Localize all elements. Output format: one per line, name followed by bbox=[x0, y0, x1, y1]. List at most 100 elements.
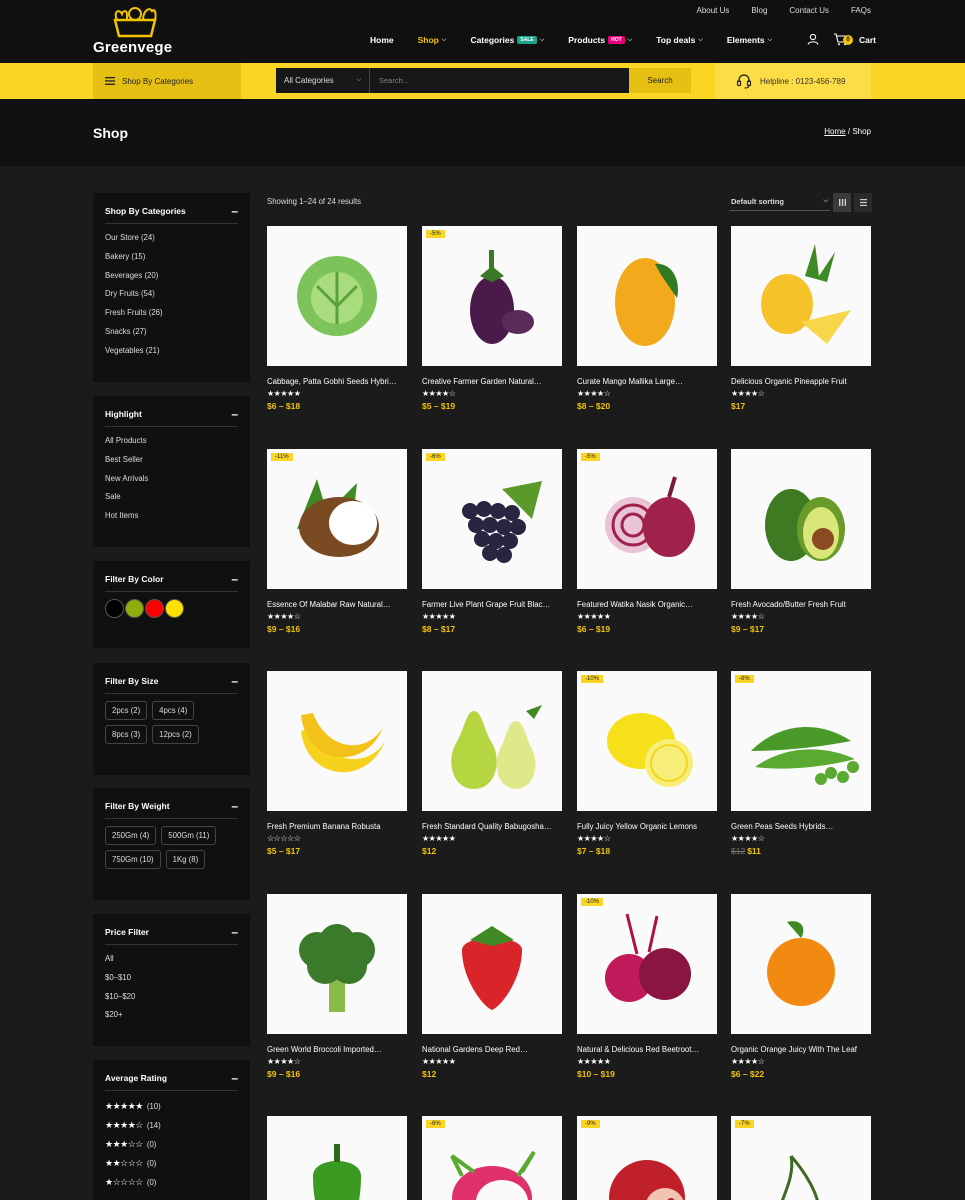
rating-filter-row[interactable]: ★★★★☆ (14) bbox=[105, 1116, 238, 1135]
product-card[interactable]: Cabbage, Patta Gobhi Seeds Hybri… ★★★★★ $6… bbox=[267, 226, 407, 411]
grid-view-button[interactable] bbox=[833, 193, 851, 212]
product-card[interactable]: Organic Orange Juicy With The Leaf ★★★★☆ $… bbox=[731, 894, 871, 1079]
product-name[interactable]: Curate Mango Mallika Large… bbox=[577, 377, 717, 386]
product-card[interactable]: -10% Natural & Delicious Red Beetroot… ★★★… bbox=[577, 894, 717, 1079]
widget-title[interactable]: Filter By Size – bbox=[105, 663, 238, 694]
category-link[interactable]: Fresh Fruits (26) bbox=[105, 304, 238, 323]
cart-button[interactable]: 0 Cart bbox=[833, 33, 876, 46]
product-name[interactable]: Fully Juicy Yellow Organic Lemons bbox=[577, 822, 717, 831]
collapse-icon[interactable]: – bbox=[231, 925, 238, 939]
product-name[interactable]: Cabbage, Patta Gobhi Seeds Hybri… bbox=[267, 377, 407, 386]
logo[interactable]: Greenvege bbox=[93, 6, 178, 58]
widget-title[interactable]: Filter By Weight – bbox=[105, 788, 238, 819]
product-card[interactable]: -5% Creative Farmer Garden Natural… ★★★★☆ $… bbox=[422, 226, 562, 411]
category-select[interactable]: All Categories ⌵ bbox=[276, 68, 370, 93]
product-image[interactable] bbox=[731, 894, 871, 1034]
product-name[interactable]: Organic Orange Juicy With The Leaf bbox=[731, 1045, 871, 1054]
shop-by-categories-button[interactable]: Shop By Categories bbox=[93, 63, 241, 99]
weight-chip[interactable]: 250Gm (4) bbox=[105, 826, 157, 845]
nav-item-home[interactable]: Home bbox=[370, 35, 394, 45]
price-range-link[interactable]: $10–$20 bbox=[105, 988, 238, 1007]
size-chip[interactable]: 4pcs (4) bbox=[152, 701, 195, 720]
product-card[interactable]: -6% Farmer Live Plant Grape Fruit Blac… ★★… bbox=[422, 449, 562, 634]
category-link[interactable]: Our Store (24) bbox=[105, 229, 238, 248]
category-link[interactable]: Bakery (15) bbox=[105, 248, 238, 267]
product-image[interactable]: -6% bbox=[422, 1116, 562, 1200]
rating-filter-row[interactable]: ★☆☆☆☆ (0) bbox=[105, 1173, 238, 1192]
product-name[interactable]: Green World Broccoli Imported… bbox=[267, 1045, 407, 1054]
collapse-icon[interactable]: – bbox=[231, 674, 238, 688]
rating-filter-row[interactable]: ★★★☆☆ (0) bbox=[105, 1135, 238, 1154]
top-link-about[interactable]: About Us bbox=[696, 6, 729, 15]
product-name[interactable]: Delicious Organic Pineapple Fruit bbox=[731, 377, 871, 386]
product-image[interactable] bbox=[267, 1116, 407, 1200]
color-swatch[interactable] bbox=[165, 599, 184, 618]
product-name[interactable]: National Gardens Deep Red… bbox=[422, 1045, 562, 1054]
product-name[interactable]: Essence Of Malabar Raw Natural… bbox=[267, 600, 407, 609]
user-icon[interactable] bbox=[807, 33, 819, 45]
product-image[interactable] bbox=[267, 671, 407, 811]
list-view-button[interactable] bbox=[854, 193, 872, 212]
collapse-icon[interactable]: – bbox=[231, 1071, 238, 1085]
highlight-link[interactable]: Best Seller bbox=[105, 451, 238, 470]
widget-title[interactable]: Filter By Color – bbox=[105, 561, 238, 592]
nav-item-categories[interactable]: Categories SALE ⌵ bbox=[470, 35, 544, 45]
category-link[interactable]: Dry Fruits (54) bbox=[105, 285, 238, 304]
highlight-link[interactable]: New Arrivals bbox=[105, 470, 238, 489]
product-name[interactable]: Fresh Premium Banana Robusta bbox=[267, 822, 407, 831]
highlight-link[interactable]: All Products bbox=[105, 432, 238, 451]
product-image[interactable]: -7% bbox=[731, 1116, 871, 1200]
product-name[interactable]: Fresh Standard Quality Babugosha… bbox=[422, 822, 562, 831]
widget-title[interactable]: Shop By Categories – bbox=[105, 193, 238, 224]
product-card[interactable]: -6% bbox=[422, 1116, 562, 1200]
product-card[interactable]: Fresh Standard Quality Babugosha… ★★★★★ $1… bbox=[422, 671, 562, 856]
size-chip[interactable]: 12pcs (2) bbox=[152, 725, 199, 744]
rating-filter-row[interactable]: ★★☆☆☆ (0) bbox=[105, 1154, 238, 1173]
highlight-link[interactable]: Sale bbox=[105, 488, 238, 507]
top-link-faqs[interactable]: FAQs bbox=[851, 6, 871, 15]
category-link[interactable]: Beverages (20) bbox=[105, 267, 238, 286]
color-swatch[interactable] bbox=[125, 599, 144, 618]
collapse-icon[interactable]: – bbox=[231, 799, 238, 813]
product-card[interactable]: National Gardens Deep Red… ★★★★★ $12 bbox=[422, 894, 562, 1079]
weight-chip[interactable]: 750Gm (10) bbox=[105, 850, 161, 869]
nav-item-products[interactable]: Products HOT ⌵ bbox=[568, 35, 632, 45]
product-image[interactable] bbox=[422, 671, 562, 811]
product-image[interactable] bbox=[577, 226, 717, 366]
product-image[interactable]: -6% bbox=[422, 449, 562, 589]
weight-chip[interactable]: 1Kg (8) bbox=[165, 850, 206, 869]
sort-select[interactable]: Default sorting ⌵ bbox=[729, 193, 830, 211]
product-image[interactable]: -11% bbox=[267, 449, 407, 589]
rating-filter-row[interactable]: ★★★★★ (10) bbox=[105, 1097, 238, 1116]
product-image[interactable] bbox=[422, 894, 562, 1034]
category-link[interactable]: Vegetables (21) bbox=[105, 342, 238, 361]
product-card[interactable]: -8% Green Peas Seeds Hybrids… ★★★★☆ $12 $11 bbox=[731, 671, 871, 856]
product-card[interactable]: Green World Broccoli Imported… ★★★★☆ $9 – … bbox=[267, 894, 407, 1079]
price-range-link[interactable]: $0–$10 bbox=[105, 969, 238, 988]
widget-title[interactable]: Average Rating – bbox=[105, 1060, 238, 1091]
product-name[interactable]: Green Peas Seeds Hybrids… bbox=[731, 822, 871, 831]
size-chip[interactable]: 2pcs (2) bbox=[105, 701, 148, 720]
product-card[interactable]: -7% bbox=[731, 1116, 871, 1200]
product-name[interactable]: Farmer Live Plant Grape Fruit Blac… bbox=[422, 600, 562, 609]
top-link-blog[interactable]: Blog bbox=[751, 6, 767, 15]
product-image[interactable]: -5% bbox=[422, 226, 562, 366]
product-card[interactable]: -11% Essence Of Malabar Raw Natural… ★★★★☆… bbox=[267, 449, 407, 634]
product-image[interactable] bbox=[731, 226, 871, 366]
price-range-link[interactable]: All bbox=[105, 950, 238, 969]
product-card[interactable]: -10% Fully Juicy Yellow Organic Lemons ★★★… bbox=[577, 671, 717, 856]
product-image[interactable]: -9% bbox=[577, 1116, 717, 1200]
product-image[interactable]: -8% bbox=[731, 671, 871, 811]
color-swatch[interactable] bbox=[145, 599, 164, 618]
product-card[interactable] bbox=[267, 1116, 407, 1200]
breadcrumb-home-link[interactable]: Home bbox=[824, 127, 845, 136]
nav-item-shop[interactable]: Shop ⌵ bbox=[418, 35, 447, 45]
product-card[interactable]: Delicious Organic Pineapple Fruit ★★★★☆ $1… bbox=[731, 226, 871, 411]
product-name[interactable]: Natural & Delicious Red Beetroot… bbox=[577, 1045, 717, 1054]
search-input[interactable] bbox=[370, 68, 629, 93]
product-image[interactable]: -5% bbox=[577, 449, 717, 589]
product-card[interactable]: -5% Featured Watika Nasik Organic… ★★★★★ $6… bbox=[577, 449, 717, 634]
collapse-icon[interactable]: – bbox=[231, 204, 238, 218]
product-image[interactable]: -10% bbox=[577, 671, 717, 811]
color-swatch[interactable] bbox=[105, 599, 124, 618]
